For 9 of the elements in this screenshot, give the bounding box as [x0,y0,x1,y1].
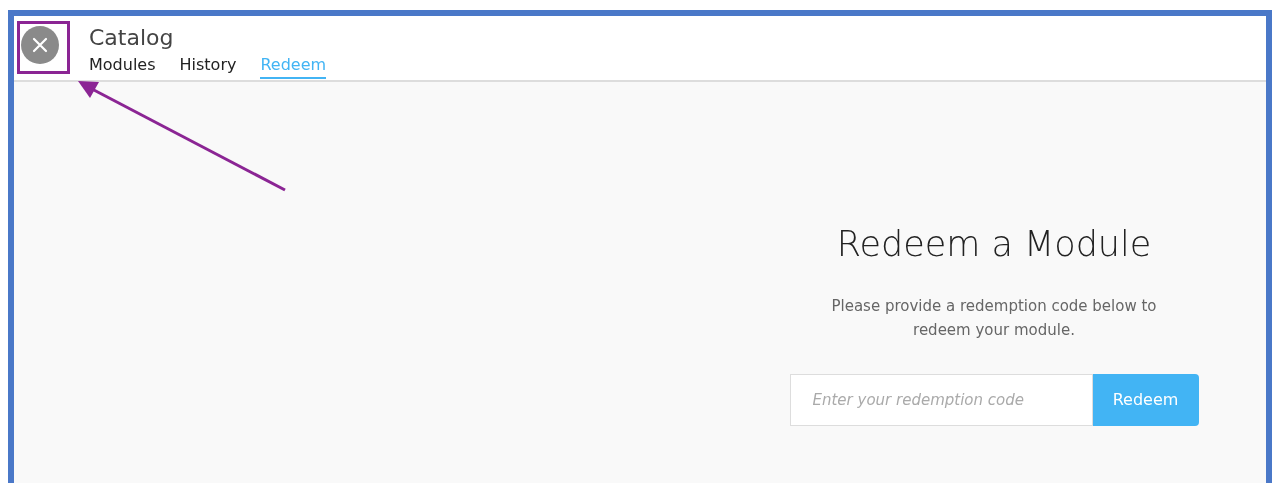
tab[interactable]: Modules [89,54,156,79]
code-input-field[interactable]: Enter your redemption code [789,374,1093,426]
description: Please provide a redemption code below to redeem your module. [830,296,1158,341]
close-icon [32,37,48,53]
tab[interactable]: History [179,54,237,79]
page-title: Catalog [89,24,175,52]
heading: Redeem a Module [836,223,1152,266]
close-button[interactable] [21,26,59,64]
highlight-box [17,21,70,74]
